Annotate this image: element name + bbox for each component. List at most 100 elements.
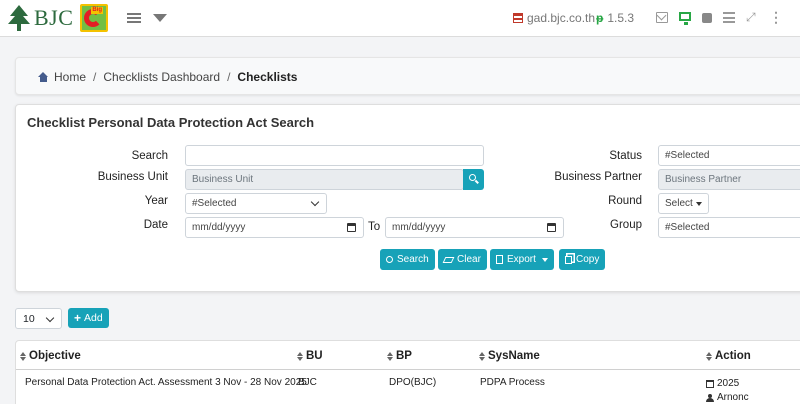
sort-icon bbox=[20, 351, 26, 361]
home-icon bbox=[38, 72, 49, 82]
copy-button[interactable]: Copy bbox=[559, 249, 606, 270]
action-year: 2025 bbox=[717, 378, 740, 389]
calendar-icon bbox=[706, 380, 714, 388]
breadcrumb-card: Home / Checklists Dashboard / Checklists bbox=[15, 57, 800, 95]
desktop-icon[interactable] bbox=[679, 12, 691, 25]
date-to-value: mm/dd/yyyy bbox=[392, 222, 446, 233]
copy-button-label: Copy bbox=[576, 254, 600, 265]
column-header-label: BP bbox=[396, 350, 412, 362]
git-branch-icon: ᵽ bbox=[596, 11, 604, 25]
column-header-sysname[interactable]: SysName bbox=[479, 350, 540, 362]
column-header-bu[interactable]: BU bbox=[297, 350, 323, 362]
square-icon[interactable] bbox=[702, 13, 712, 23]
column-header-label: Action bbox=[715, 350, 751, 362]
column-header-label: SysName bbox=[488, 350, 540, 362]
export-button[interactable]: Export bbox=[490, 249, 554, 270]
clear-button-label: Clear bbox=[457, 254, 481, 265]
list-icon[interactable] bbox=[723, 12, 735, 23]
search-card: Checklist Personal Data Protection Act S… bbox=[15, 104, 800, 292]
business-partner-input[interactable]: Business Partner bbox=[658, 169, 800, 190]
flag-icon bbox=[513, 13, 523, 23]
ellipsis-icon[interactable]: ⋮ bbox=[769, 10, 783, 24]
export-button-label: Export bbox=[507, 254, 536, 265]
logo-text: BJC bbox=[34, 5, 74, 30]
calendar-icon[interactable] bbox=[547, 223, 556, 232]
round-select[interactable]: Select bbox=[658, 193, 709, 214]
domain-indicator: gad.bjc.co.th bbox=[513, 11, 595, 25]
search-icon bbox=[469, 174, 476, 181]
year-label: Year bbox=[144, 195, 168, 207]
date-label: Date bbox=[143, 219, 168, 231]
sort-icon bbox=[387, 351, 393, 361]
business-unit-search-button[interactable] bbox=[463, 169, 484, 190]
group-label: Group bbox=[610, 219, 642, 231]
caret-down-icon bbox=[696, 202, 702, 206]
caret-down-icon bbox=[541, 257, 548, 262]
user-icon bbox=[706, 394, 714, 402]
eraser-icon bbox=[442, 256, 455, 263]
version-indicator: ᵽ 1.5.3 bbox=[596, 11, 634, 25]
chevron-down-icon bbox=[310, 197, 320, 207]
group-select[interactable]: #Selected bbox=[658, 217, 800, 238]
top-navbar: BJC Big gad.bjc.co.th ᵽ 1.5.3 ⤢ ⋮ bbox=[0, 0, 800, 37]
business-unit-label: Business Unit bbox=[97, 171, 168, 183]
file-export-icon bbox=[496, 255, 503, 264]
column-header-label: Objective bbox=[29, 350, 81, 362]
cell-objective: Personal Data Protection Act. Assessment… bbox=[25, 377, 307, 388]
cell-bu: BJC bbox=[298, 377, 317, 388]
copy-icon bbox=[565, 255, 572, 264]
sort-icon bbox=[479, 351, 485, 361]
add-button[interactable]: + Add bbox=[68, 308, 109, 328]
action-user: Arnonc bbox=[717, 392, 749, 403]
sort-icon bbox=[706, 351, 712, 361]
round-label: Round bbox=[608, 195, 642, 207]
status-select[interactable]: #Selected bbox=[658, 145, 800, 166]
search-button-label: Search bbox=[397, 254, 429, 265]
column-header-label: BU bbox=[306, 350, 323, 362]
header-divider bbox=[16, 369, 800, 370]
sort-icon bbox=[297, 351, 303, 361]
cell-bp: DPO(BJC) bbox=[389, 377, 437, 388]
brand-logo[interactable]: BJC Big bbox=[6, 4, 109, 32]
business-partner-label: Business Partner bbox=[554, 171, 642, 183]
year-select-value: #Selected bbox=[192, 198, 237, 209]
to-label: To bbox=[368, 221, 381, 233]
cell-action: 2025 Arnonc bbox=[706, 377, 749, 404]
expand-icon[interactable]: ⤢ bbox=[746, 11, 758, 23]
status-label: Status bbox=[609, 150, 642, 162]
top-icon-group: ⤢ ⋮ bbox=[656, 10, 792, 25]
caret-down-icon[interactable] bbox=[153, 14, 167, 22]
search-icon bbox=[386, 256, 393, 263]
plus-icon: + bbox=[74, 311, 82, 325]
chevron-down-icon bbox=[45, 313, 55, 323]
search-card-title: Checklist Personal Data Protection Act S… bbox=[27, 115, 315, 130]
search-button[interactable]: Search bbox=[380, 249, 435, 270]
clear-button[interactable]: Clear bbox=[438, 249, 487, 270]
column-header-bp[interactable]: BP bbox=[387, 350, 412, 362]
version-text: 1.5.3 bbox=[607, 11, 635, 25]
year-select[interactable]: #Selected bbox=[185, 193, 327, 214]
column-header-objective[interactable]: Objective bbox=[20, 350, 81, 362]
tree-logo-icon bbox=[8, 5, 30, 31]
bigc-logo-icon: Big bbox=[80, 4, 109, 32]
search-label: Search bbox=[131, 150, 168, 162]
page-length-select[interactable]: 10 bbox=[15, 308, 62, 329]
date-from-input[interactable]: mm/dd/yyyy bbox=[185, 217, 364, 238]
breadcrumb-dashboard[interactable]: Checklists Dashboard bbox=[103, 70, 220, 84]
envelope-icon[interactable] bbox=[656, 12, 668, 23]
column-header-action[interactable]: Action bbox=[706, 350, 751, 362]
domain-text: gad.bjc.co.th bbox=[527, 11, 596, 25]
calendar-icon[interactable] bbox=[347, 223, 356, 232]
cell-sysname: PDPA Process bbox=[480, 377, 545, 388]
hamburger-icon[interactable] bbox=[127, 13, 141, 23]
search-input[interactable] bbox=[185, 145, 484, 166]
date-to-input[interactable]: mm/dd/yyyy bbox=[385, 217, 564, 238]
breadcrumb-home[interactable]: Home bbox=[54, 70, 86, 84]
round-select-value: Select bbox=[665, 198, 693, 209]
business-unit-input[interactable]: Business Unit bbox=[185, 169, 464, 190]
add-button-label: Add bbox=[84, 312, 103, 324]
checklist-table: Objective BU BP SysName Action Personal … bbox=[15, 340, 800, 404]
date-from-value: mm/dd/yyyy bbox=[192, 222, 246, 233]
breadcrumb-separator: / bbox=[93, 70, 97, 84]
breadcrumb-separator: / bbox=[227, 70, 231, 84]
